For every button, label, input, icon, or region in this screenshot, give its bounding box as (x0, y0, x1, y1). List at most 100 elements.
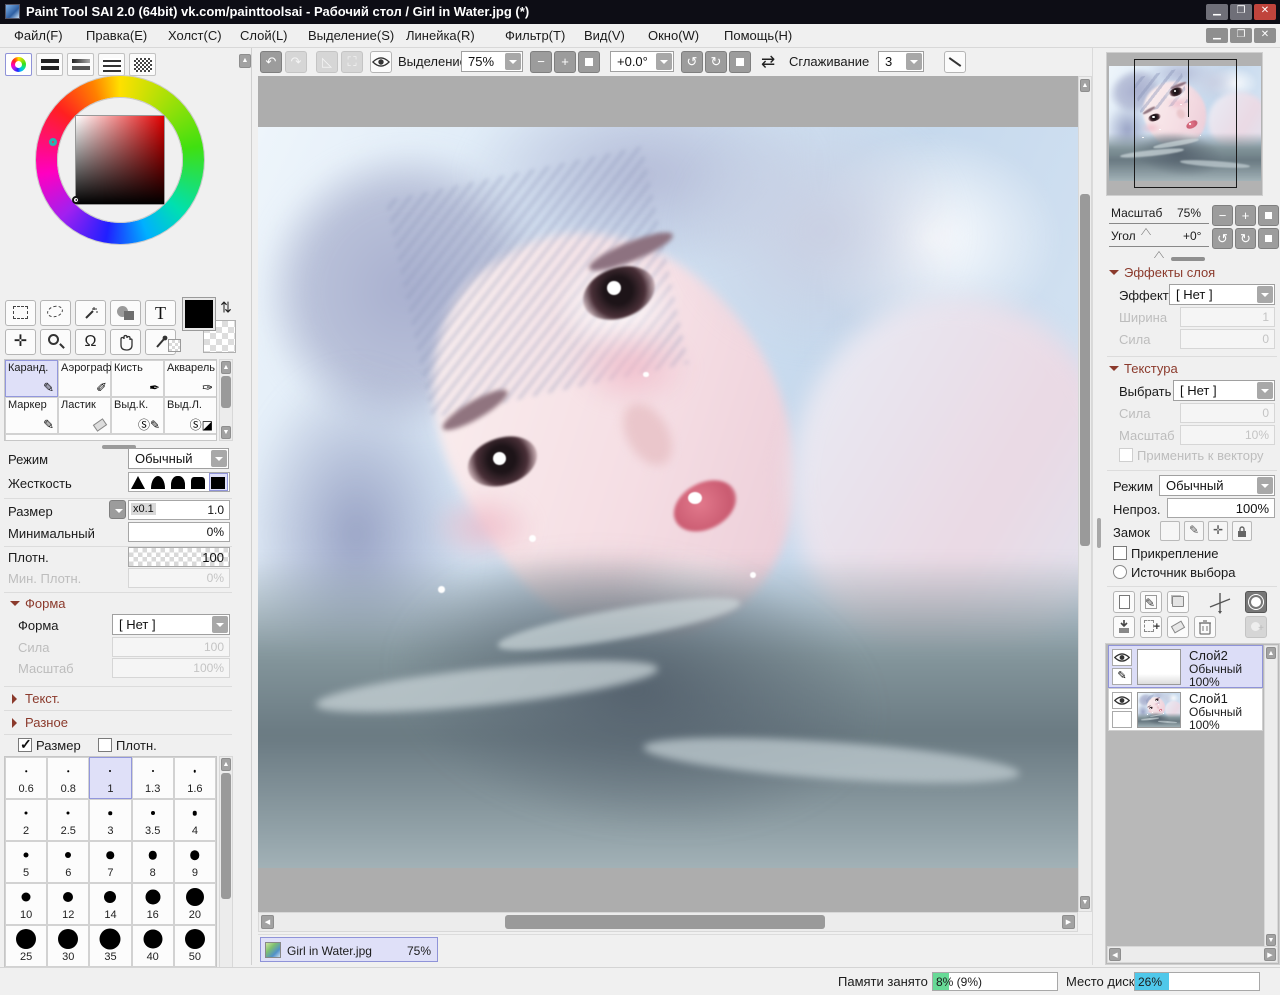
brush-select-eraser[interactable]: Выд.Л.Ⓢ◪ (164, 397, 217, 434)
tool-magic-wand[interactable] (75, 300, 106, 326)
texture-header[interactable]: Текстура (1109, 361, 1178, 376)
crop-selection-button[interactable]: ⛶ (341, 51, 363, 73)
canvas-scroll-right[interactable]: ▶ (1062, 915, 1075, 929)
zoom-reset-button[interactable] (578, 51, 600, 73)
hue-marker[interactable] (49, 138, 57, 146)
shape-section-header[interactable]: Форма (10, 596, 66, 611)
shape-scale-slider[interactable]: 100% (112, 658, 230, 678)
layer-scroll-right[interactable]: ▶ (1264, 948, 1276, 961)
canvas-hscroll-thumb[interactable] (505, 915, 825, 929)
layer-scroll-down[interactable]: ▼ (1266, 934, 1276, 946)
menu-filter[interactable]: Фильтр(T) (505, 28, 565, 43)
layer2-thumbnail[interactable] (1137, 649, 1181, 685)
size-field[interactable]: x0.1 1.0 (128, 500, 230, 520)
lock-position-button[interactable]: ✛ (1208, 521, 1228, 541)
nav-zoom-out-button[interactable]: − (1212, 205, 1233, 226)
brush-size-30[interactable]: 30 (47, 925, 89, 967)
tool-hand[interactable] (110, 329, 141, 355)
layer-list-vscrollbar[interactable]: ▲ ▼ (1264, 645, 1278, 948)
nav-rotate-cw-button[interactable]: ↻ (1235, 228, 1256, 249)
brush-size-50[interactable]: 50 (174, 925, 216, 967)
new-layer-button[interactable] (1113, 591, 1135, 613)
brush-size-4[interactable]: 4 (174, 799, 216, 841)
menu-edit[interactable]: Правка(E) (86, 28, 147, 43)
brush-scroll-down[interactable]: ▼ (221, 426, 231, 439)
brush-size-16[interactable]: 16 (132, 883, 174, 925)
brush-airbrush[interactable]: Аэрограф✐ (58, 360, 111, 397)
mdi-restore-button[interactable]: ❐ (1230, 28, 1252, 43)
menu-layer[interactable]: Слой(L) (240, 28, 288, 43)
nav-zoom-slider-marker[interactable] (1141, 224, 1151, 236)
rotate-cw-button[interactable]: ↻ (705, 51, 727, 73)
menu-file[interactable]: Файл(F) (14, 28, 63, 43)
delete-layer-button[interactable] (1194, 616, 1216, 638)
tool-zoom[interactable] (40, 329, 71, 355)
opacity-slider[interactable]: 100% (1167, 498, 1275, 518)
zoom-in-button[interactable]: + (554, 51, 576, 73)
mode-dropdown-arrow[interactable] (211, 450, 227, 467)
texture-strength-slider[interactable]: 0 (1180, 403, 1275, 423)
zoom-out-button[interactable]: − (530, 51, 552, 73)
color-tab-hsv-sliders[interactable] (67, 53, 94, 76)
merge-down-button[interactable] (1113, 616, 1135, 638)
sv-cursor[interactable] (72, 196, 80, 204)
new-linework-layer-button[interactable]: ✎ (1140, 591, 1162, 613)
smoothing-dropdown-arrow[interactable] (906, 53, 922, 70)
tool-move[interactable]: ✛ (5, 329, 36, 355)
brush-pencil[interactable]: Каранд.✎ (5, 360, 58, 397)
misc-section-header[interactable]: Разное (10, 715, 68, 730)
lock-pixels-button[interactable]: ✎ (1184, 521, 1204, 541)
effect-dropdown-arrow[interactable] (1257, 286, 1273, 303)
layer-mask-button[interactable] (1245, 591, 1267, 613)
mdi-close-button[interactable]: ✕ (1254, 28, 1276, 43)
layer1-thumbnail[interactable] (1137, 692, 1181, 728)
color-wheel[interactable] (36, 76, 204, 244)
navigator[interactable] (1106, 52, 1263, 196)
transparent-color-chip[interactable] (168, 339, 181, 352)
brush-scroll-up[interactable]: ▲ (221, 361, 231, 374)
smoothing-dropdown[interactable]: 3 (878, 51, 924, 72)
hardness-2-button[interactable] (150, 474, 167, 490)
nav-angle-slider[interactable] (1109, 246, 1209, 247)
layer-mode-dropdown-arrow[interactable] (1257, 477, 1273, 494)
hardness-3-button[interactable] (170, 474, 187, 490)
selection-source-radio[interactable] (1113, 565, 1127, 579)
canvas-scroll-down[interactable]: ▼ (1080, 896, 1090, 909)
menu-canvas[interactable]: Холст(C) (168, 28, 222, 43)
sv-square[interactable] (75, 115, 165, 205)
color-tab-wheel[interactable] (5, 53, 32, 76)
brush-size-20[interactable]: 20 (174, 883, 216, 925)
clipping-checkbox[interactable] (1113, 546, 1127, 560)
layer2-visibility-toggle[interactable] (1112, 649, 1132, 666)
size-unit-dropdown[interactable] (109, 500, 126, 519)
layer-effects-header[interactable]: Эффекты слоя (1109, 265, 1215, 280)
canvas-viewport[interactable] (258, 76, 1078, 912)
min-density-field[interactable]: 0% (128, 568, 230, 588)
menu-view[interactable]: Вид(V) (584, 28, 625, 43)
left-panel-scroll-up[interactable]: ▲ (239, 54, 251, 68)
brush-size-9[interactable]: 9 (174, 841, 216, 883)
brush-size-6[interactable]: 6 (47, 841, 89, 883)
brush-size-0.6[interactable]: 0.6 (5, 757, 47, 799)
nav-rotate-ccw-button[interactable]: ↺ (1212, 228, 1233, 249)
layer-row-layer1[interactable]: Слой1 Обычный 100% (1108, 688, 1263, 731)
density-display-checkbox[interactable] (98, 738, 112, 752)
menu-help[interactable]: Помощь(H) (724, 28, 792, 43)
primary-color-swatch[interactable] (183, 298, 215, 330)
minimize-button[interactable]: ▁ (1206, 4, 1228, 20)
rotate-ccw-button[interactable]: ↺ (681, 51, 703, 73)
layer-scroll-left[interactable]: ◀ (1109, 948, 1121, 961)
effect-strength-slider[interactable]: 0 (1180, 329, 1275, 349)
brush-size-35[interactable]: 35 (89, 925, 131, 967)
brush-size-7[interactable]: 7 (89, 841, 131, 883)
texture-scale-slider[interactable]: 10% (1180, 425, 1275, 445)
brush-scrollbar[interactable]: ▲ ▼ (219, 359, 233, 441)
apply-to-vector-checkbox[interactable] (1119, 448, 1133, 462)
hardness-4-button[interactable] (190, 474, 207, 490)
brush-size-12[interactable]: 12 (47, 883, 89, 925)
brush-size-1.3[interactable]: 1.3 (132, 757, 174, 799)
clear-layer-button[interactable] (1167, 616, 1189, 638)
zoom-dropdown-arrow[interactable] (505, 53, 521, 70)
nav-zoom-slider[interactable] (1109, 223, 1209, 224)
brush-brush[interactable]: Кисть✒ (111, 360, 164, 397)
